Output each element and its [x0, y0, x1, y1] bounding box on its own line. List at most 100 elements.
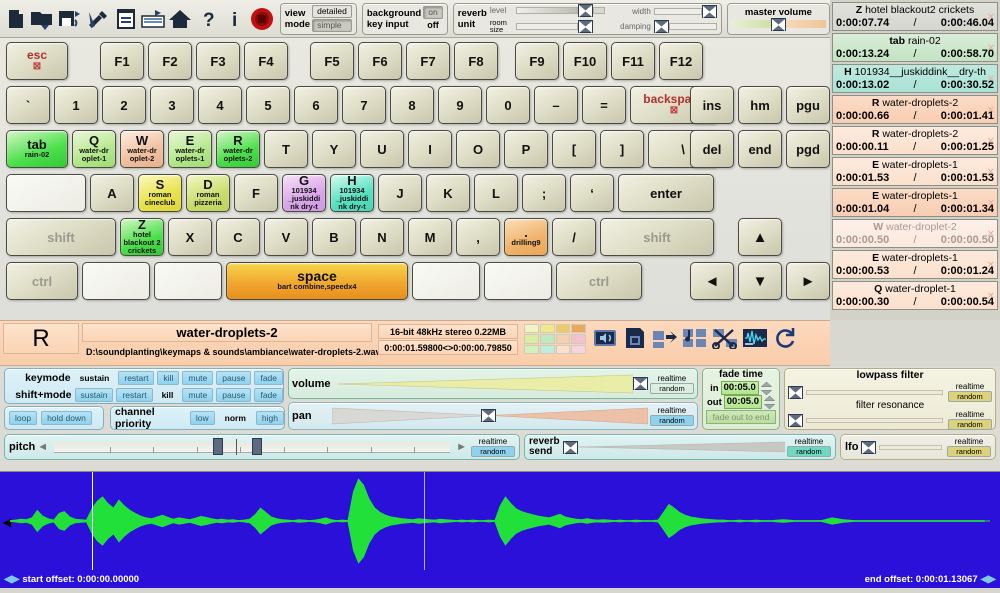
keymode-option-sustain[interactable]: sustain [74, 371, 116, 385]
resonance-random-toggle[interactable]: random [948, 419, 992, 430]
key-period[interactable]: . drilling9 [504, 218, 548, 256]
clear-assignment-icon[interactable]: ⊠ [670, 106, 678, 116]
volume-random-toggle[interactable]: random [650, 382, 694, 394]
key-e[interactable]: Ewater-dr oplets-1 [168, 130, 212, 168]
fade-out-stepper[interactable] [764, 395, 775, 409]
palette-swatch[interactable] [524, 324, 539, 334]
background-off-option[interactable]: off [423, 20, 443, 31]
key-menu-key[interactable] [484, 262, 552, 300]
key-w[interactable]: Wwater-dr oplet-2 [120, 130, 164, 168]
key-8[interactable]: 8 [390, 86, 434, 124]
palette-swatch[interactable] [571, 324, 586, 334]
key-comma[interactable]: , [456, 218, 500, 256]
lowpass-random-toggle[interactable]: random [948, 391, 992, 402]
sound-list-item[interactable]: R water-droplets-2 0:00:00.11/0:00:01.25 ✕ [832, 126, 998, 155]
view-mode-detailed-option[interactable]: detailed [312, 5, 352, 18]
palette-swatch[interactable] [539, 324, 555, 334]
key-f5[interactable]: F5 [310, 42, 354, 80]
key-0[interactable]: 0 [486, 86, 530, 124]
view-mode-simple-option[interactable]: simple [312, 19, 352, 32]
filter-resonance-slider[interactable] [788, 413, 803, 427]
key-end[interactable]: end [738, 130, 782, 168]
background-on-option[interactable]: on [423, 6, 443, 19]
key-capslock[interactable] [6, 174, 86, 212]
sound-list-item[interactable]: H 101934__juskiddink__dry-th 0:00:13.02/0… [832, 64, 998, 93]
end-offset-handle-icon[interactable]: ◀▶ [981, 574, 996, 585]
fade-out-to-end-button[interactable]: fade out to end [706, 410, 776, 424]
keymode-option-fade[interactable]: fade [254, 370, 283, 385]
key-semicolon[interactable]: ; [522, 174, 566, 212]
fade-in-value[interactable]: 00:05.0 [720, 381, 759, 395]
key-quote[interactable]: ‘ [570, 174, 614, 212]
key-d[interactable]: Droman pizzeria [186, 174, 230, 212]
key-f4[interactable]: F4 [244, 42, 288, 80]
key-equals[interactable]: = [582, 86, 626, 124]
key-b[interactable]: B [312, 218, 356, 256]
key-pgu[interactable]: pgu [786, 86, 830, 124]
stop-record-icon[interactable] [250, 4, 275, 34]
key-slash[interactable]: / [552, 218, 596, 256]
loop-button[interactable]: loop [9, 411, 38, 425]
volume-slider-track[interactable] [337, 374, 634, 394]
key-y[interactable]: Y [312, 130, 356, 168]
lowpass-cutoff-slider[interactable] [788, 385, 803, 399]
key-pgd[interactable]: pgd [786, 130, 830, 168]
key-arrow-right[interactable]: ► [786, 262, 830, 300]
key-j[interactable]: J [378, 174, 422, 212]
key-5[interactable]: 5 [246, 86, 290, 124]
clear-assignment-icon[interactable]: ⊠ [33, 62, 41, 72]
pitch-handle-left[interactable] [212, 437, 223, 455]
info-icon[interactable]: i [222, 4, 247, 34]
key-shift-left[interactable]: shift [6, 218, 116, 256]
waveform-playhead[interactable] [92, 472, 93, 570]
key-h[interactable]: H 101934 _juskiddi nk dry-t [330, 174, 374, 212]
help-icon[interactable]: ? [195, 4, 220, 34]
key-f3[interactable]: F3 [196, 42, 240, 80]
sound-stop-icon[interactable]: ✕ [987, 260, 995, 271]
sound-stop-icon[interactable]: ✕ [987, 105, 995, 116]
speaker-folder-icon[interactable] [592, 323, 618, 353]
pitch-slider-track[interactable] [54, 437, 451, 455]
hold-down-button[interactable]: hold down [41, 411, 92, 425]
pan-slider-track[interactable] [331, 407, 649, 425]
reverb-width-slider[interactable] [701, 4, 717, 18]
tools-icon[interactable] [86, 4, 111, 34]
key-n[interactable]: N [360, 218, 404, 256]
shiftmode-option-pause[interactable]: pause [216, 387, 252, 402]
sound-stop-icon[interactable]: ✕ [987, 229, 995, 240]
key-7[interactable]: 7 [342, 86, 386, 124]
key-alt-right[interactable] [412, 262, 480, 300]
sound-list-item[interactable]: Z hotel blackout2 crickets 0:00:07.74/0:0… [832, 2, 998, 31]
channel-priority-low[interactable]: low [189, 411, 215, 425]
palette-swatch[interactable] [555, 324, 571, 334]
music-tiles-icon[interactable] [682, 323, 708, 353]
sound-stop-icon[interactable]: ✕ [987, 12, 995, 23]
sound-list-item[interactable]: E water-droplets-1 0:00:01.04/0:00:01.34 ✕ [832, 188, 998, 217]
key-f8[interactable]: F8 [454, 42, 498, 80]
key-arrow-up[interactable]: ▲ [738, 218, 782, 256]
sound-stop-icon[interactable]: ✕ [987, 43, 995, 54]
palette-swatch[interactable] [524, 344, 539, 354]
waveform-display[interactable]: ◄ ◀▶ start offset: 0:00:00.00000 end off… [0, 471, 1000, 593]
sound-list-item[interactable]: E water-droplets-1 0:00:01.53/0:00:01.53 ✕ [832, 157, 998, 186]
key-arrow-down[interactable]: ▼ [738, 262, 782, 300]
keyboard-icon[interactable] [141, 4, 166, 34]
master-volume-slider[interactable] [770, 17, 786, 31]
key-f10[interactable]: F10 [563, 42, 607, 80]
key-f6[interactable]: F6 [358, 42, 402, 80]
pitch-random-toggle[interactable]: random [471, 446, 515, 457]
sound-list-item[interactable]: W water-droplet-2 0:00:00.50/0:00:00.50 ✕ [832, 219, 998, 248]
start-offset-handle-icon[interactable]: ◀▶ [4, 574, 19, 585]
sound-list-item[interactable]: Q water-droplet-1 0:00:00.30/0:00:00.54 ✕ [832, 281, 998, 310]
key-2[interactable]: 2 [102, 86, 146, 124]
export-icon[interactable] [652, 323, 678, 353]
reverb-send-random-toggle[interactable]: random [787, 446, 831, 457]
pitch-handle-right[interactable] [252, 437, 263, 455]
key-r[interactable]: Rwater-dr oplets-2 [216, 130, 260, 168]
sound-list-item[interactable]: E water-droplets-1 0:00:00.53/0:00:01.24 ✕ [832, 250, 998, 279]
key-f9[interactable]: F9 [515, 42, 559, 80]
shiftmode-option-kill[interactable]: kill [156, 388, 180, 402]
palette-swatch[interactable] [539, 344, 555, 354]
open-folder-icon[interactable] [30, 4, 56, 34]
key-ctrl-left[interactable]: ctrl [6, 262, 78, 300]
